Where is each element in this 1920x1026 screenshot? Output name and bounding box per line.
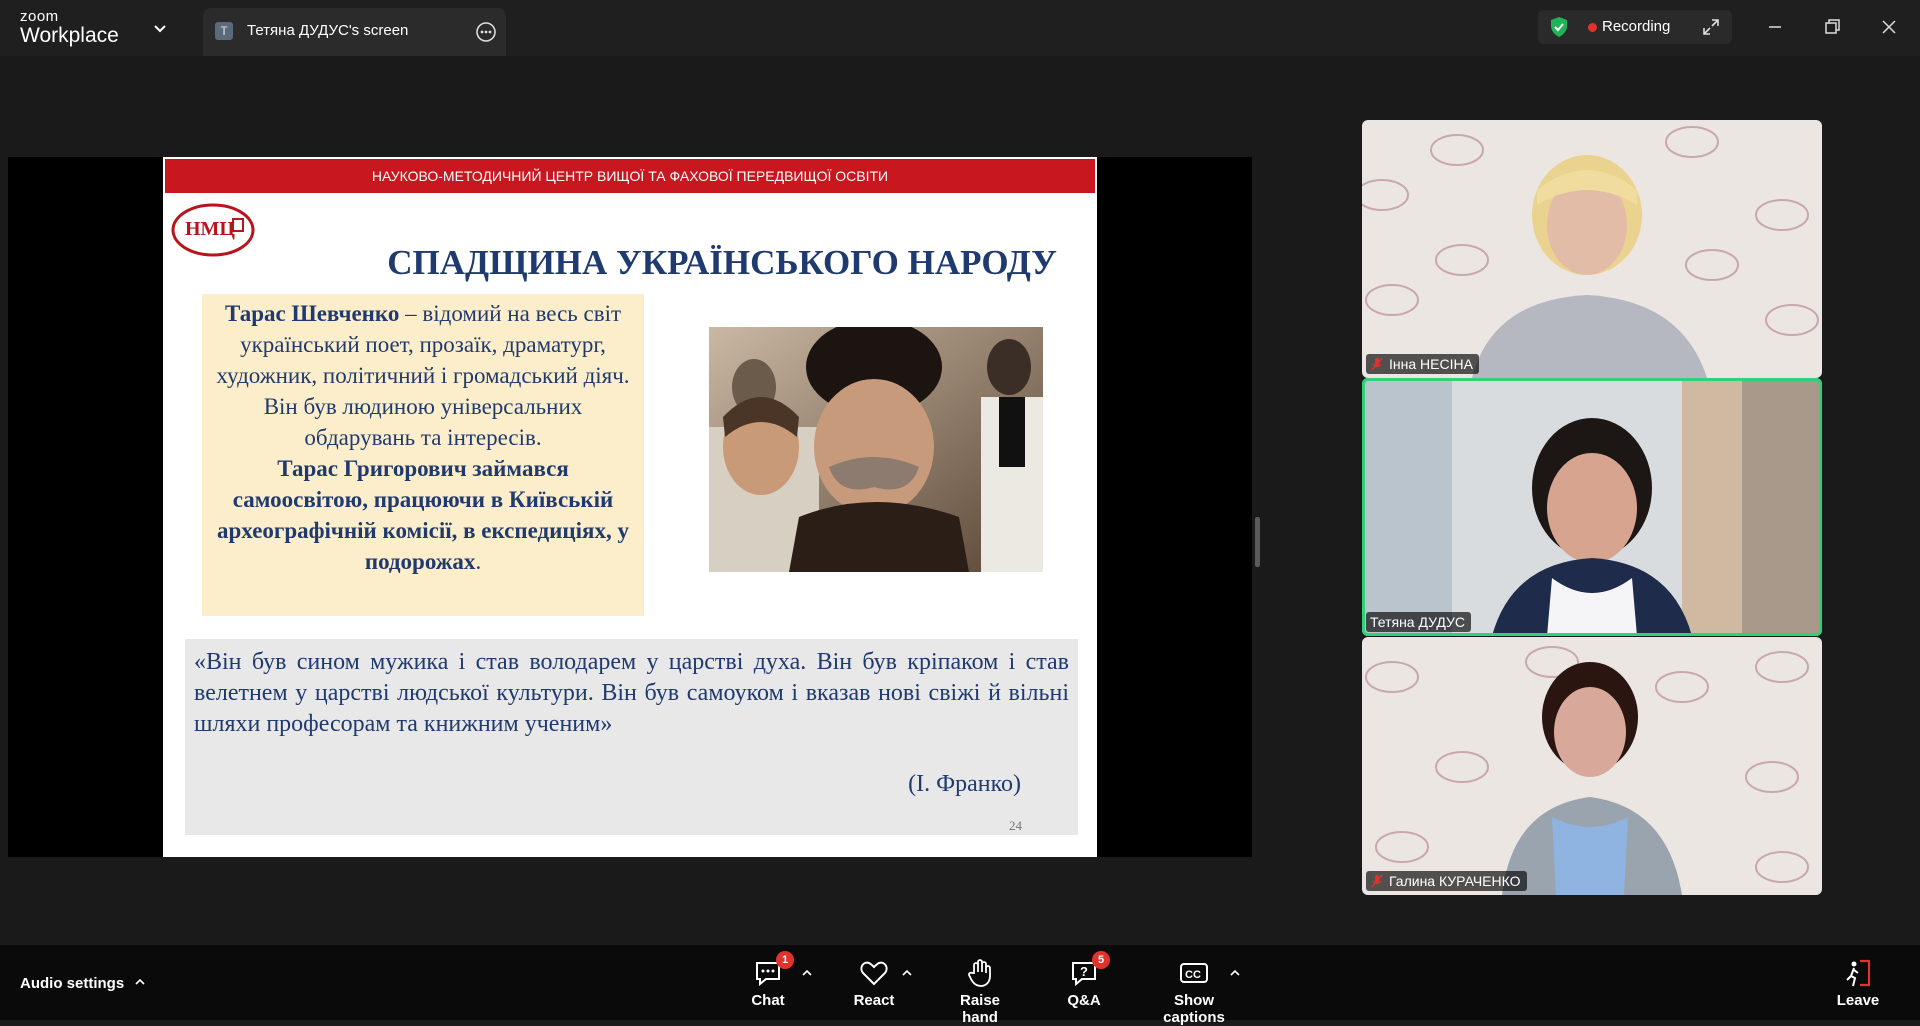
chat-badge: 1 — [776, 951, 794, 969]
tab-title: Тетяна ДУДУС's screen — [247, 22, 409, 39]
participant-video-frame — [1362, 120, 1822, 378]
raise-hand-button[interactable]: Raise hand — [940, 957, 1020, 1026]
participant-name: Галина КУРАЧЕНКО — [1389, 873, 1521, 889]
chevron-down-icon[interactable] — [150, 18, 170, 38]
shevchenko-end: . — [475, 549, 482, 574]
mic-muted-icon — [1371, 874, 1383, 888]
participant-video-2[interactable]: Тетяна ДУДУС — [1362, 378, 1822, 636]
brand-line-1: zoom — [20, 8, 59, 25]
chat-label: Chat — [751, 992, 785, 1009]
slide-title: СПАДЩИНА УКРАЇНСЬКОГО НАРОДУ — [387, 243, 1057, 282]
leave-icon — [1842, 957, 1874, 989]
quote-text: «Він був сином мужика і став володарем у… — [194, 649, 1069, 737]
shevchenko-portraits-image — [709, 327, 1043, 572]
heart-icon — [858, 957, 890, 989]
close-icon[interactable] — [1876, 14, 1902, 40]
qa-label: Q&A — [1067, 992, 1101, 1009]
shevchenko-name: Тарас Шевченко — [224, 301, 400, 326]
chat-icon: 1 — [752, 951, 794, 989]
participant-name-tag: Тетяна ДУДУС — [1366, 612, 1472, 632]
slide-header-band: НАУКОВО-МЕТОДИЧНИЙ ЦЕНТР ВИЩОЇ ТА ФАХОВО… — [165, 159, 1095, 193]
participant-name-tag: Інна НЕСІНА — [1366, 354, 1479, 374]
title-bar: zoom Workplace T Тетяна ДУДУС's screen R… — [0, 0, 1920, 56]
chevron-up-icon[interactable] — [1228, 966, 1242, 980]
captions-icon: CC — [1178, 957, 1210, 989]
leave-button[interactable]: Leave — [1836, 957, 1880, 1009]
participant-video-frame — [1362, 637, 1822, 895]
react-label: React — [853, 992, 895, 1009]
mic-muted-icon — [1371, 357, 1383, 371]
chevron-up-icon[interactable] — [900, 966, 914, 980]
chat-button[interactable]: 1 Chat — [748, 951, 794, 1009]
tab-avatar: T — [215, 22, 233, 40]
chevron-up-icon — [135, 978, 145, 985]
participant-video-frame — [1362, 378, 1822, 636]
participant-name-tag: Галина КУРАЧЕНКО — [1366, 871, 1527, 891]
tab-shared-screen[interactable]: T Тетяна ДУДУС's screen — [203, 8, 506, 56]
hand-icon — [964, 957, 996, 989]
svg-text:НМЦ: НМЦ — [185, 218, 235, 240]
presentation-slide: НАУКОВО-МЕТОДИЧНИЙ ЦЕНТР ВИЩОЇ ТА ФАХОВО… — [163, 157, 1097, 857]
meeting-controls-bar: Audio settings 1 Chat React Raise hand ?… — [0, 945, 1920, 1026]
recording-label: Recording — [1602, 18, 1671, 35]
shevchenko-bold-text: Тарас Григорович займався самоосвітою, п… — [216, 456, 630, 574]
expand-icon[interactable] — [1702, 18, 1720, 36]
brand-line-2: Workplace — [20, 24, 119, 47]
quote-author: (І. Франко) — [908, 771, 1021, 797]
leave-label: Leave — [1836, 992, 1880, 1009]
qa-button[interactable]: ? 5 Q&A — [1066, 951, 1110, 1009]
audio-settings-label: Audio settings — [20, 975, 125, 992]
panel-resize-handle[interactable] — [1255, 517, 1260, 567]
shevchenko-text-box: Тарас Шевченко – відомий на весь світ ук… — [202, 294, 644, 616]
captions-label: Show captions — [1163, 992, 1225, 1026]
svg-text:?: ? — [1080, 964, 1088, 979]
chevron-up-icon[interactable] — [800, 966, 814, 980]
restore-icon[interactable] — [1819, 14, 1845, 40]
slide-page-number: 24 — [1009, 818, 1022, 833]
shield-check-icon — [1551, 17, 1567, 37]
recording-indicator[interactable]: Recording — [1538, 10, 1732, 44]
participant-video-1[interactable]: Інна НЕСІНА — [1362, 120, 1822, 378]
franko-quote-box: «Він був сином мужика і став володарем у… — [185, 639, 1078, 835]
raise-hand-label: Raise hand — [959, 992, 1001, 1026]
participant-name: Тетяна ДУДУС — [1370, 614, 1466, 630]
more-options-icon[interactable] — [475, 21, 497, 43]
recording-dot-icon — [1588, 23, 1597, 32]
react-button[interactable]: React — [852, 957, 896, 1009]
minimize-icon[interactable] — [1762, 14, 1788, 40]
participant-video-3[interactable]: Галина КУРАЧЕНКО — [1362, 637, 1822, 895]
svg-text:CC: CC — [1185, 969, 1201, 981]
audio-settings-button[interactable]: Audio settings — [20, 975, 146, 992]
qa-icon: ? 5 — [1068, 951, 1110, 989]
participant-name: Інна НЕСІНА — [1389, 356, 1473, 372]
qa-badge: 5 — [1092, 951, 1110, 969]
zoom-workplace-logo: zoom Workplace — [20, 9, 119, 46]
